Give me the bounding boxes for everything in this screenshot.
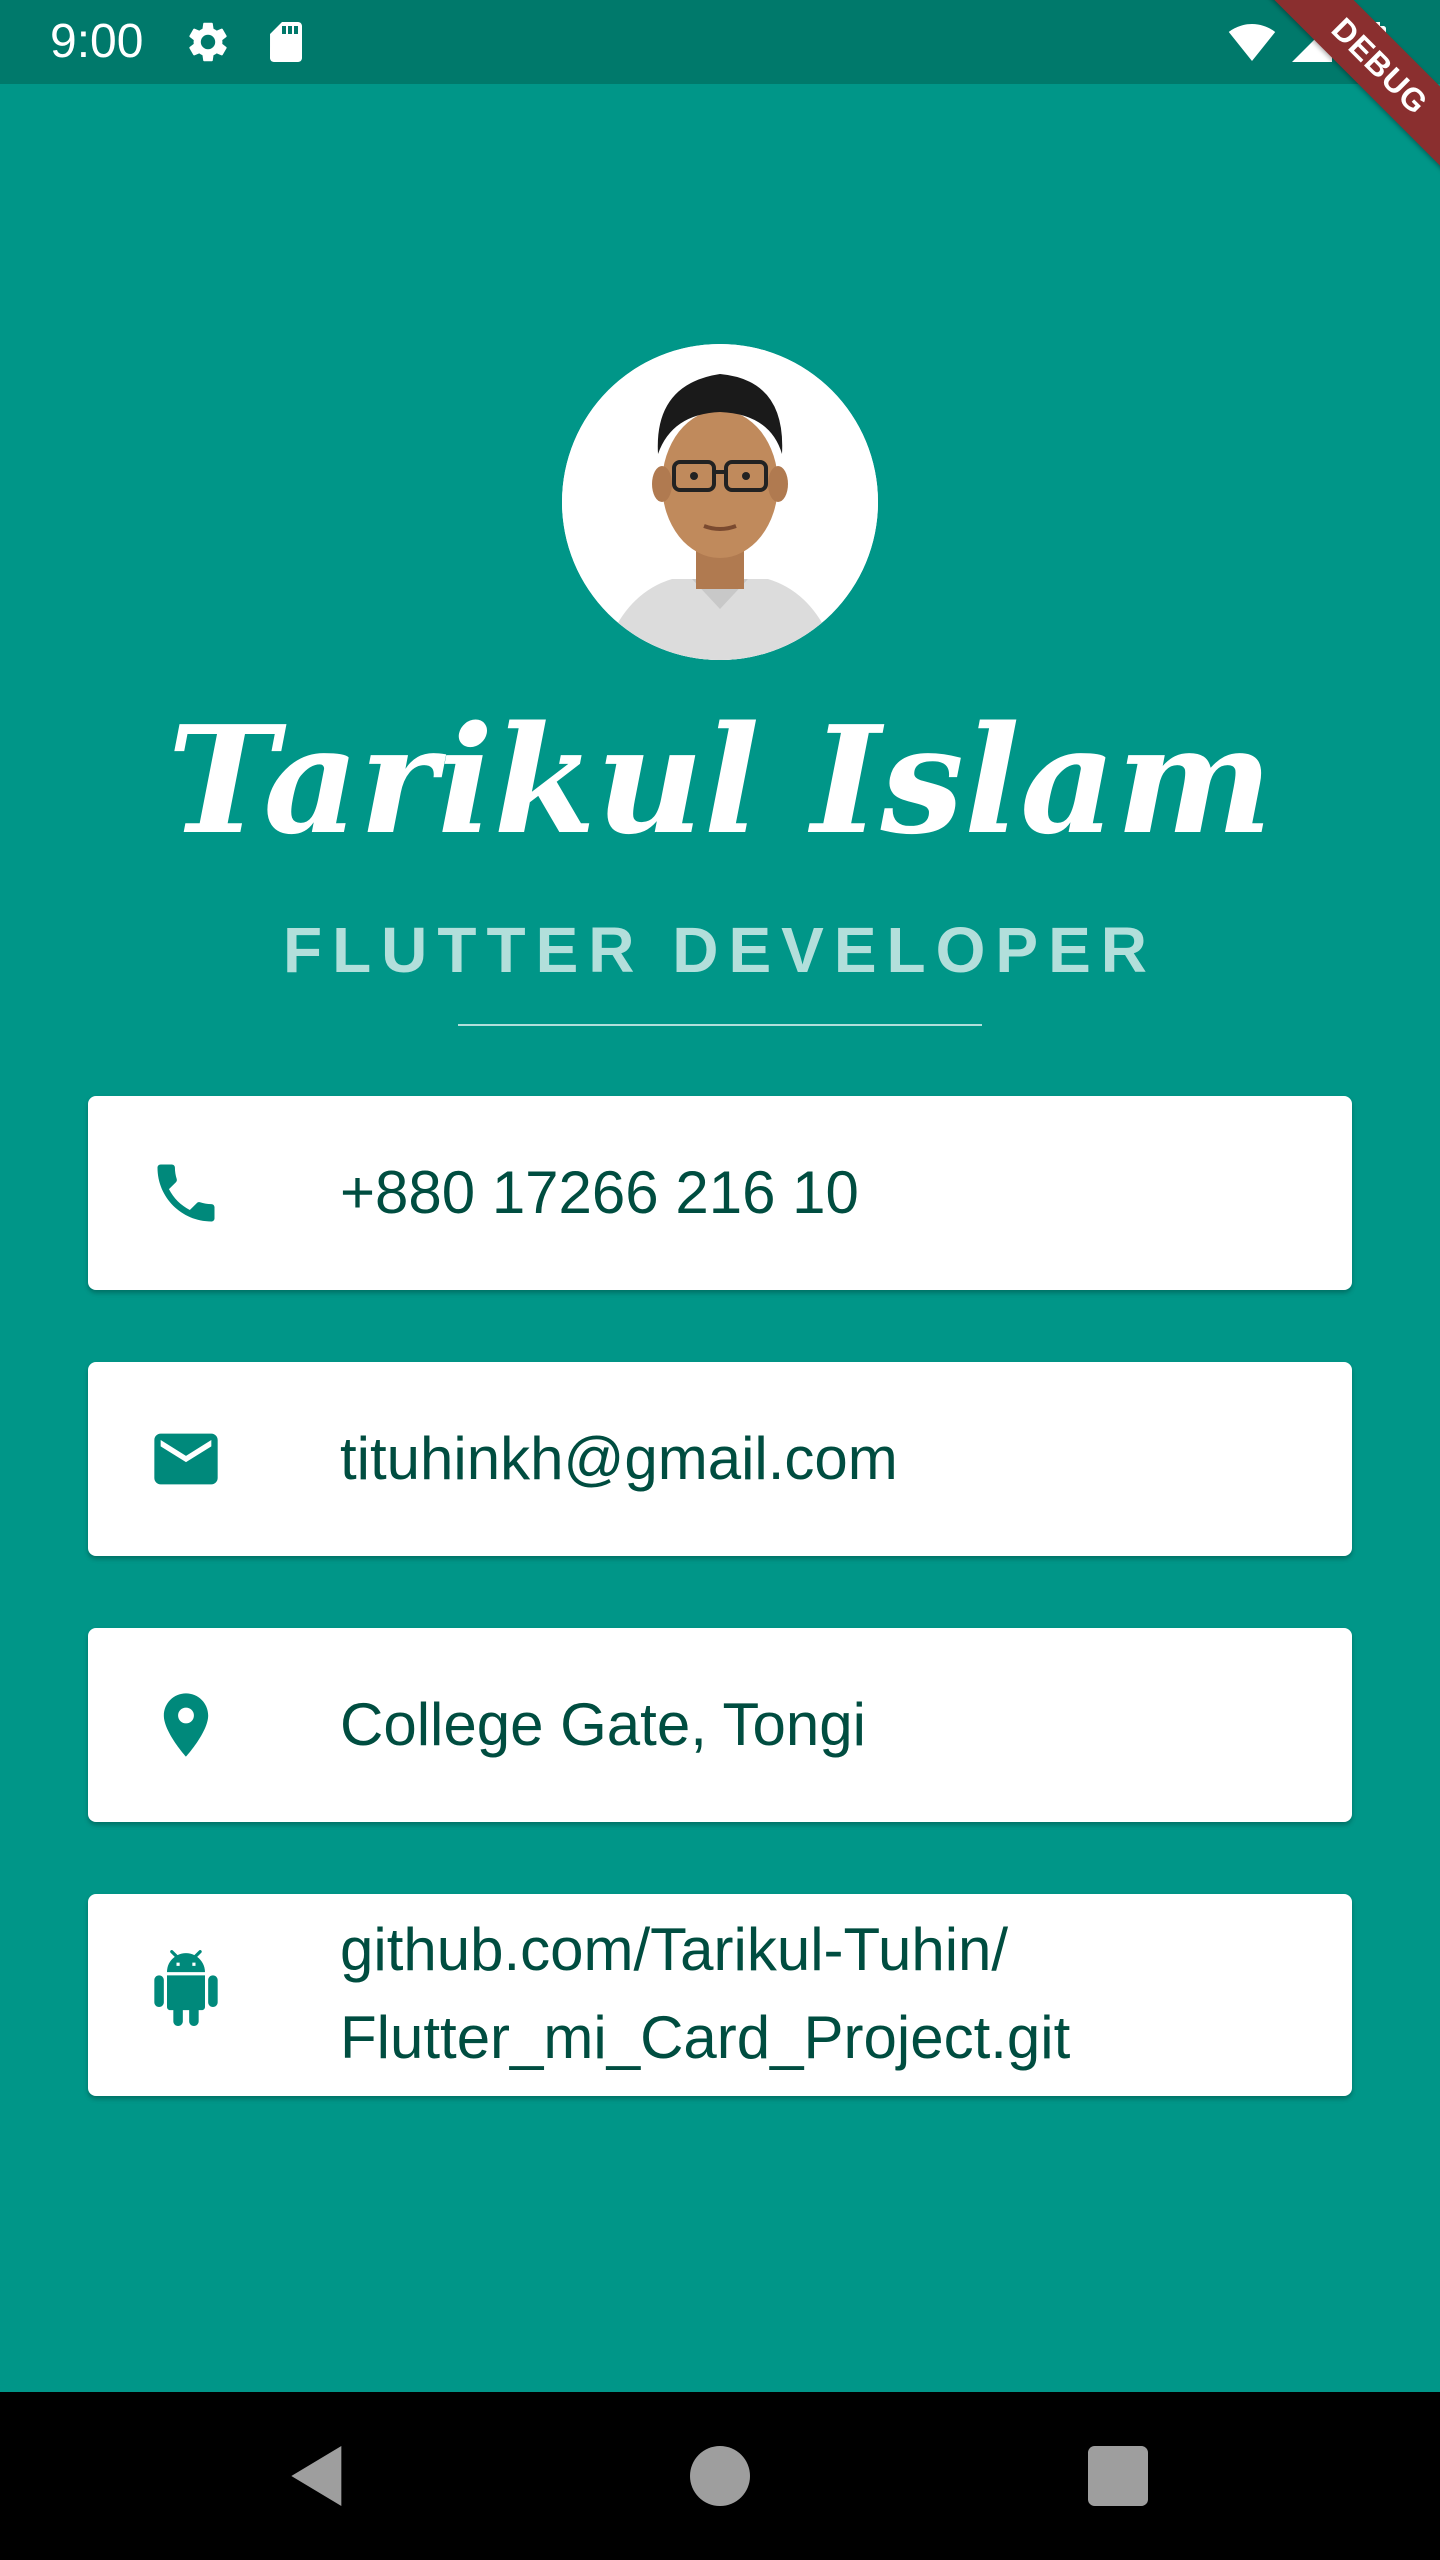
github-url-line2: Flutter_mi_Card_Project.git xyxy=(340,2004,1071,2071)
location-card[interactable]: College Gate, Tongi xyxy=(88,1628,1352,1822)
status-time: 9:00 xyxy=(50,15,144,68)
gear-icon xyxy=(189,22,227,62)
github-url-line1: github.com/Tarikul-Tuhin/ xyxy=(340,1916,1009,1983)
location-text: College Gate, Tongi xyxy=(340,1691,866,1758)
phone-card[interactable]: +880 17266 216 10 xyxy=(88,1096,1352,1290)
phone-icon xyxy=(157,1164,215,1222)
profile-name: Tarikul Islam xyxy=(167,693,1273,867)
github-url: github.com/Tarikul-Tuhin/ Flutter_mi_Car… xyxy=(340,1906,1312,2082)
profile-photo xyxy=(562,344,878,660)
home-icon[interactable] xyxy=(680,2436,760,2516)
status-bar: 9:00 DEBUG xyxy=(0,0,1440,207)
app-screen: 9:00 DEBUG Tarikul Islam FLUTTER DEVELOP… xyxy=(0,0,1440,2560)
email-address: tituhinkh@gmail.com xyxy=(340,1425,898,1492)
github-card[interactable]: github.com/Tarikul-Tuhin/ Flutter_mi_Car… xyxy=(88,1894,1352,2096)
sd-card-icon xyxy=(270,22,302,62)
profile-title: FLUTTER DEVELOPER xyxy=(282,914,1158,986)
recents-icon[interactable] xyxy=(1078,2436,1158,2516)
divider xyxy=(458,1024,982,1026)
back-icon[interactable] xyxy=(278,2436,358,2516)
email-card[interactable]: tituhinkh@gmail.com xyxy=(88,1362,1352,1556)
phone-number: +880 17266 216 10 xyxy=(340,1159,859,1226)
nav-bar xyxy=(0,2392,1440,2560)
avatar xyxy=(562,344,878,660)
email-icon xyxy=(154,1433,218,1485)
wifi-icon xyxy=(1228,24,1276,61)
location-icon xyxy=(163,1693,209,1757)
android-icon xyxy=(154,1950,218,2026)
